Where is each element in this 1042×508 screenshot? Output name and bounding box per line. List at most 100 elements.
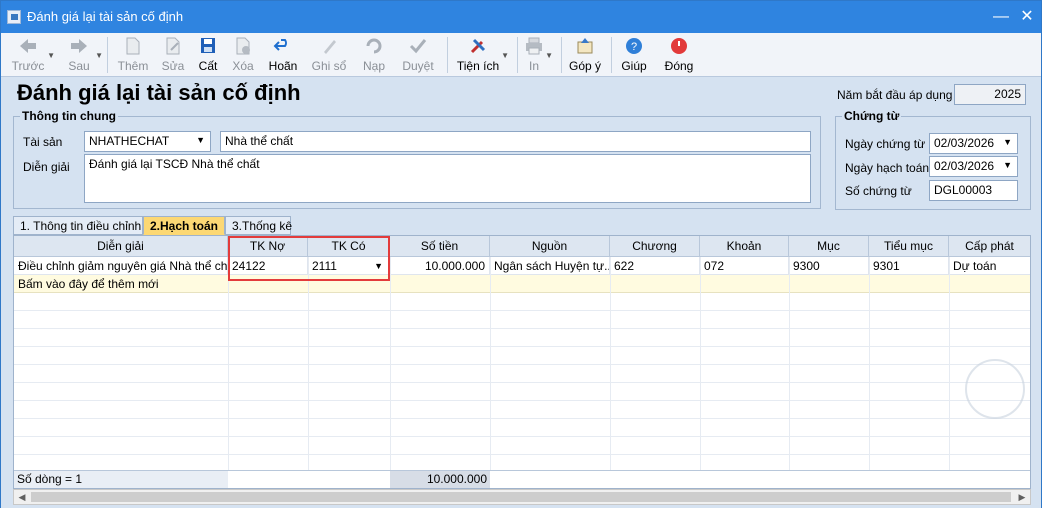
- scroll-left-icon[interactable]: ◀: [14, 490, 30, 504]
- voucher-date-picker[interactable]: 02/03/2026 ▼: [929, 133, 1018, 154]
- voucher-date-label: Ngày chứng từ: [845, 137, 926, 151]
- edit-document-icon: [157, 36, 189, 58]
- minimize-button[interactable]: —: [991, 7, 1011, 27]
- description-label: Diễn giải: [23, 160, 70, 174]
- scroll-right-icon[interactable]: ▶: [1014, 490, 1030, 504]
- column-divider: [490, 257, 491, 470]
- toolbar-divider: [611, 37, 612, 73]
- chevron-down-icon: ▼: [501, 51, 509, 60]
- column-header[interactable]: Diễn giải: [14, 236, 228, 257]
- column-header[interactable]: Tiểu mục: [869, 236, 949, 257]
- chevron-down-icon: ▼: [47, 51, 55, 60]
- save-button[interactable]: Cất: [194, 35, 222, 75]
- svg-text:?: ?: [631, 41, 637, 53]
- utilities-button[interactable]: Tiện ích ▼: [455, 35, 509, 75]
- undo-button[interactable]: Hoãn: [265, 35, 301, 75]
- help-button[interactable]: ? Giúp: [619, 35, 649, 75]
- upload-box-icon: [567, 36, 603, 58]
- year-field[interactable]: 2025: [954, 84, 1026, 105]
- add-row[interactable]: Bấm vào đây để thêm mới: [14, 275, 1030, 293]
- empty-row: [14, 347, 1030, 365]
- column-divider: [610, 257, 611, 470]
- arrow-left-icon: [9, 36, 47, 58]
- form-area: Đánh giá lại tài sản cố định Năm bắt đầu…: [1, 77, 1041, 508]
- voucher-no-field[interactable]: DGL00003: [929, 180, 1018, 201]
- posting-date-picker[interactable]: 02/03/2026 ▼: [929, 156, 1018, 177]
- column-divider: [390, 257, 391, 470]
- edit-button[interactable]: Sửa: [157, 35, 189, 75]
- cell-section[interactable]: 072: [700, 257, 789, 275]
- column-header[interactable]: Số tiền: [390, 236, 490, 257]
- scrollbar-thumb[interactable]: [31, 492, 1011, 502]
- horizontal-scrollbar[interactable]: ◀ ▶: [13, 489, 1031, 505]
- cell-item[interactable]: 9300: [789, 257, 869, 275]
- chevron-down-icon: ▼: [196, 135, 205, 145]
- cell-funding-source[interactable]: Ngân sách Huyện tự...: [490, 257, 610, 275]
- grid-footer: Số dòng = 1 10.000.000: [14, 470, 1030, 488]
- close-window-button[interactable]: ✕: [1017, 7, 1037, 27]
- tab-adjustment-info[interactable]: 1. Thông tin điều chỉnh: [13, 216, 143, 235]
- toolbar-divider: [107, 37, 108, 73]
- toolbar-divider: [447, 37, 448, 73]
- asset-code-select[interactable]: NHATHECHAT ▼: [84, 131, 211, 152]
- next-button[interactable]: Sau ▼: [63, 35, 103, 75]
- asset-name-field[interactable]: Nhà thể chất: [220, 131, 811, 152]
- column-divider: [789, 257, 790, 470]
- post-button[interactable]: Ghi sổ: [309, 35, 349, 75]
- voucher-title: Chứng từ: [842, 109, 902, 123]
- app-window: Đánh giá lại tài sản cố định — ✕ Trước ▼…: [0, 0, 1042, 508]
- column-header[interactable]: Khoản: [700, 236, 789, 257]
- chevron-down-icon: ▼: [1003, 160, 1012, 170]
- help-icon: ?: [619, 36, 649, 58]
- back-button[interactable]: Trước ▼: [9, 35, 55, 75]
- chevron-down-icon: ▼: [95, 51, 103, 60]
- cell-description[interactable]: Điều chỉnh giảm nguyên giá Nhà thể chất: [14, 257, 228, 275]
- column-divider: [700, 257, 701, 470]
- empty-row: [14, 437, 1030, 455]
- add-button[interactable]: Thêm: [115, 35, 151, 75]
- year-label: Năm bắt đầu áp dụng: [837, 88, 953, 102]
- chevron-down-icon: ▼: [1003, 137, 1012, 147]
- watermark-stamp: [965, 359, 1025, 419]
- column-header[interactable]: Chương: [610, 236, 700, 257]
- column-divider: [308, 257, 309, 470]
- title-bar: Đánh giá lại tài sản cố định — ✕: [1, 1, 1041, 33]
- column-header[interactable]: Mục: [789, 236, 869, 257]
- empty-row: [14, 311, 1030, 329]
- app-icon: [7, 10, 21, 24]
- printer-icon: [523, 36, 545, 58]
- column-header[interactable]: Cấp phát: [949, 236, 1030, 257]
- print-button[interactable]: In ▼: [523, 35, 553, 75]
- reload-button[interactable]: Nạp: [358, 35, 390, 75]
- column-divider: [228, 257, 229, 470]
- description-field[interactable]: Đánh giá lại TSCĐ Nhà thể chất: [84, 154, 811, 203]
- accounting-grid: Diễn giải TK Nợ TK Có Số tiền Nguồn Chươ…: [13, 235, 1031, 489]
- delete-button[interactable]: Xóa: [228, 35, 258, 75]
- checkmark-icon: [398, 36, 438, 58]
- cell-chapter[interactable]: 622: [610, 257, 700, 275]
- empty-row: [14, 383, 1030, 401]
- undo-icon: [265, 36, 301, 58]
- empty-row: [14, 401, 1030, 419]
- refresh-icon: [358, 36, 390, 58]
- toolbar: Trước ▼ Sau ▼ Thêm Sửa Cất Xóa Hoãn Ghi …: [1, 33, 1041, 77]
- new-document-icon: [115, 36, 151, 58]
- row-count: Số dòng = 1: [17, 472, 83, 486]
- cell-amount[interactable]: 10.000.000: [390, 257, 490, 275]
- footer-blank: [228, 471, 390, 488]
- column-header[interactable]: Nguồn: [490, 236, 610, 257]
- empty-row: [14, 419, 1030, 437]
- tab-accounting[interactable]: 2.Hạch toán: [143, 216, 225, 235]
- empty-row: [14, 329, 1030, 347]
- posting-date-label: Ngày hạch toán: [845, 161, 930, 175]
- cell-allocation[interactable]: Dự toán: [949, 257, 1030, 275]
- cell-sub-item[interactable]: 9301: [869, 257, 949, 275]
- floppy-disk-icon: [194, 36, 222, 58]
- toolbar-divider: [561, 37, 562, 73]
- tools-icon: [455, 36, 501, 58]
- feedback-button[interactable]: Góp ý: [567, 35, 603, 75]
- approve-button[interactable]: Duyệt: [398, 35, 438, 75]
- toolbar-divider: [517, 37, 518, 73]
- close-button[interactable]: Đóng: [661, 35, 697, 75]
- tab-statistics[interactable]: 3.Thống kê: [225, 216, 292, 235]
